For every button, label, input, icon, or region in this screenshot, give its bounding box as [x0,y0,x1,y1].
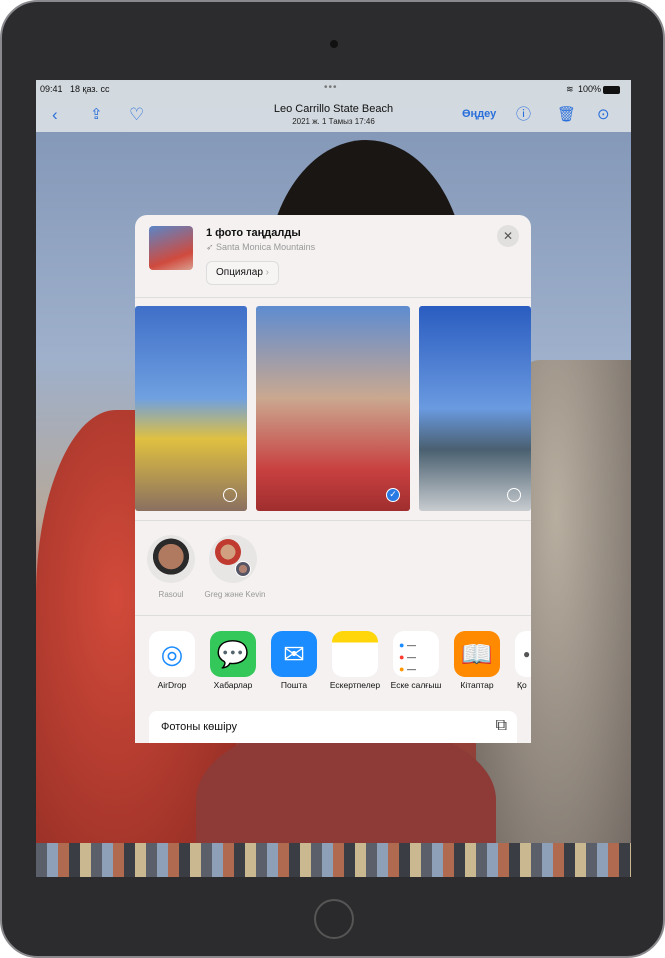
home-button[interactable] [314,899,354,939]
battery-icon [603,85,621,94]
options-label: Опциялар [216,267,263,278]
selected-photo-thumbnail [149,226,193,270]
battery-status: 100% [578,84,621,94]
photo-date: 2021 ж. 1 Тамыз 17:46 [292,117,375,126]
location-text: Santa Monica Mountains [216,242,316,252]
divider [135,520,531,521]
wifi-icon: ≋ [566,84,574,94]
location-label: ➶ Santa Monica Mountains [206,242,315,253]
avatar [215,539,241,565]
photo-option[interactable] [256,306,410,511]
app-label: Еске салғыш [390,680,442,690]
photo-title: Leo Carrillo State Beach [273,103,394,115]
selection-title: 1 фото таңдалды [206,227,301,239]
app-label: Кітаптар [460,680,494,690]
top-bar: 09:41 18 қаз. сс ••• ≋ 100% ‹ ⇪ ♡ Leo Ca… [36,80,631,132]
books-icon[interactable]: 📖 [454,631,500,677]
messages-icon[interactable]: 💬 [210,631,256,677]
app-label: Пошта [280,680,308,690]
photo-option[interactable] [419,306,531,511]
info-icon[interactable]: ⓘ [516,106,531,124]
notes-icon[interactable] [332,631,378,677]
front-camera [330,40,338,48]
app-label: AirDrop [157,680,187,690]
battery-percent: 100% [578,84,602,94]
mail-icon[interactable]: ✉ [271,631,317,677]
close-button[interactable]: ✕ [497,225,519,247]
reminders-icon[interactable]: ● — ● — ● — [393,631,439,677]
more-icon[interactable]: ⊙ [597,106,610,124]
status-time: 09:41 [40,84,63,94]
thumbnail-filmstrip[interactable] [36,843,631,877]
more-apps-icon[interactable]: ● [515,631,531,677]
status-date: 18 қаз. сс [70,84,110,94]
contact-name: Rasoul [158,590,184,599]
edit-button[interactable]: Өңдеу [462,108,496,120]
options-button[interactable]: Опциялар › [206,261,280,285]
contact-name: Greg және Kevin [204,590,266,599]
divider [135,297,531,298]
chevron-right-icon: › [265,267,270,278]
location-arrow-icon: ➶ [206,242,217,252]
divider [135,615,531,616]
contact-avatar-group[interactable] [209,535,257,583]
copy-photo-label: Фотоны көшіру [161,721,238,733]
copy-photo-action[interactable]: Фотоны көшіру ⧉ [149,711,517,743]
trash-icon[interactable]: 🗑 [557,106,576,124]
share-sheet: 1 фото таңдалды ➶ Santa Monica Mountains… [135,215,531,743]
avatar [235,561,251,577]
app-label: Қо [517,680,527,690]
multitasking-dots[interactable]: ••• [324,82,338,93]
photo-select-radio[interactable] [507,488,521,502]
photo-option[interactable] [135,306,247,511]
app-label: Хабарлар [213,680,253,690]
contact-avatar-rasoul[interactable] [147,535,195,583]
airdrop-icon[interactable]: ◎ [149,631,195,677]
app-label: Ескертпелер [329,680,381,690]
close-icon: ✕ [502,229,514,243]
photo-selected-checkmark[interactable]: ✓ [386,488,400,502]
photo-select-radio[interactable] [223,488,237,502]
copy-icon: ⧉ [495,717,507,734]
